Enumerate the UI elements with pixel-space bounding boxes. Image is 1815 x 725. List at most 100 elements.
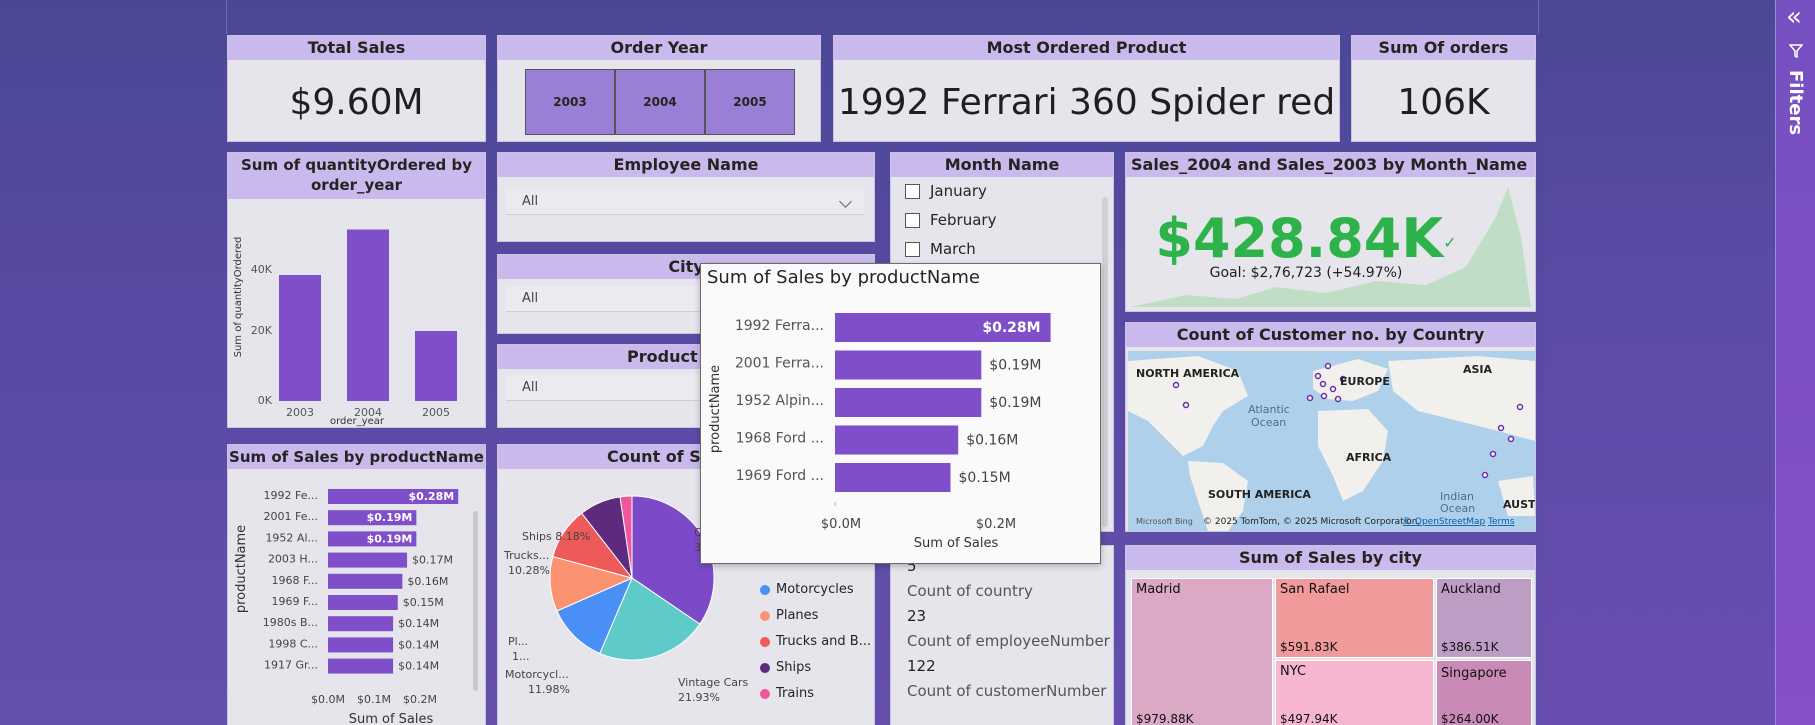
checkbox[interactable] <box>905 184 920 199</box>
data-label: $0.19M <box>989 358 1041 374</box>
terms-link[interactable]: Terms <box>1487 517 1515 527</box>
sales-kpi-visual[interactable]: Sales_2004 and Sales_2003 by Month_Name … <box>1125 152 1536 312</box>
count-value: 122 <box>907 657 936 675</box>
y-axis-title: productName <box>708 365 723 453</box>
pie-legend: Motorcycles Planes Trucks and B... Ships Tra… <box>760 577 872 707</box>
qty-bar[interactable] <box>347 229 389 402</box>
most-ordered-card[interactable]: Most Ordered Product 1992 Ferrari 360 Sp… <box>833 35 1340 142</box>
cell-name: NYC <box>1280 664 1307 679</box>
chart-tooltip: Sum of Sales by productName productName … <box>700 263 1101 564</box>
legend-item[interactable]: Ships <box>760 655 872 681</box>
chevron-down-icon <box>839 195 852 208</box>
y-tick: 2001 Ferra... <box>735 356 824 372</box>
kpi-value: $9.60M <box>289 82 424 123</box>
check-icon: ✓ <box>1443 232 1457 252</box>
checkbox[interactable] <box>905 213 920 228</box>
pie-label: 10.28% <box>508 564 550 577</box>
pie-label: 1... <box>512 650 530 663</box>
total-sales-card[interactable]: Total Sales $9.60M <box>227 35 486 142</box>
count-label: Count of employeeNumber <box>907 632 1110 650</box>
product-bar[interactable] <box>328 552 408 568</box>
sum-orders-card[interactable]: Sum Of orders 106K <box>1351 35 1536 142</box>
pie-label: Ships 8.18% <box>522 530 590 543</box>
product-bar[interactable] <box>328 616 394 632</box>
treemap-cell[interactable]: Madrid $979.88K <box>1131 578 1273 725</box>
y-tick: 1992 Fe... <box>264 489 318 502</box>
month-item-march[interactable]: March <box>891 235 1113 264</box>
sales-by-product-chart[interactable]: Sum of Sales by productName productName … <box>227 444 486 725</box>
legend-item[interactable]: Trucks and B... <box>760 629 872 655</box>
qty-bar[interactable] <box>415 331 457 401</box>
product-bar[interactable] <box>328 595 398 610</box>
y-tick: 2001 Fe... <box>264 510 318 523</box>
treemap-cell[interactable]: Singapore $264.00K <box>1436 660 1532 725</box>
filters-pane[interactable]: « Filters <box>1775 0 1815 725</box>
pie-label: 11.98% <box>528 683 570 696</box>
pie-label: 21.93% <box>678 691 720 704</box>
map-label: ASIA <box>1463 363 1493 376</box>
scrollbar[interactable] <box>473 511 478 691</box>
card-title: Most Ordered Product <box>834 36 1339 60</box>
year-2004-button[interactable]: 2004 <box>615 69 705 135</box>
product-bar[interactable] <box>328 637 394 653</box>
x-tick: 2003 <box>286 406 314 419</box>
legend-item[interactable]: Motorcycles <box>760 577 872 603</box>
y-tick: 1952 Alpin... <box>735 393 824 409</box>
quantity-by-year-chart[interactable]: Sum of quantityOrdered by order_year Sum… <box>227 152 486 428</box>
year-2003-button[interactable]: 2003 <box>525 69 615 135</box>
y-tick: 1968 Ford ... <box>736 431 824 447</box>
tooltip-bar <box>835 388 982 417</box>
count-value: 23 <box>907 607 927 625</box>
qty-svg: Sum of quantityOrdered 0K 20K 40K 2003 20… <box>233 229 457 427</box>
product-bar[interactable] <box>328 658 394 674</box>
cell-name: Auckland <box>1441 582 1501 597</box>
data-label: $0.16M <box>966 433 1018 449</box>
data-label: $0.14M <box>398 638 439 651</box>
year-2005-button[interactable]: 2005 <box>705 69 795 135</box>
map-label: AUST <box>1503 498 1535 511</box>
data-label: $0.16M <box>407 575 448 588</box>
legend-label: Ships <box>776 660 812 675</box>
data-label: $0.28M <box>982 320 1040 336</box>
map-label: Ocean <box>1251 416 1286 429</box>
month-item-february[interactable]: February <box>891 206 1113 235</box>
y-axis-title: productName <box>234 525 249 613</box>
y-tick: 1980s B... <box>263 616 318 629</box>
legend-label: Planes <box>776 608 819 623</box>
treemap-cell[interactable]: NYC $497.94K <box>1275 660 1434 725</box>
treemap-cell[interactable]: Auckland $386.51K <box>1436 578 1532 658</box>
x-tick: $0.1M <box>357 693 391 706</box>
legend-item[interactable]: Trains <box>760 681 872 707</box>
scrollbar[interactable] <box>1102 197 1108 527</box>
slicer-title: Employee Name <box>498 153 874 177</box>
osm-link[interactable]: © OpenStreetMap <box>1403 517 1486 527</box>
data-label: $0.14M <box>398 660 439 673</box>
goal-text: Goal: $2,76,723 (+54.97%) <box>1209 265 1403 281</box>
legend-marker <box>760 610 770 621</box>
card-title: Sum Of orders <box>1352 36 1535 60</box>
y-tick: 1998 C... <box>268 637 318 650</box>
collapse-icon[interactable]: « <box>1786 2 1802 32</box>
checkbox[interactable] <box>905 242 920 257</box>
qty-bar[interactable] <box>279 275 321 401</box>
dropdown-value: All <box>522 380 539 395</box>
sales-by-city-treemap[interactable]: Sum of Sales by city Madrid $979.88K San… <box>1125 545 1536 725</box>
cell-value: $386.51K <box>1441 640 1499 654</box>
treemap-cell[interactable]: San Rafael $591.83K <box>1275 578 1434 658</box>
x-tick: 2005 <box>422 406 450 419</box>
customer-map[interactable]: Count of Customer no. by Country NORTH A… <box>1125 322 1536 532</box>
bing-logo: Microsoft Bing <box>1136 517 1193 526</box>
cell-value: $979.88K <box>1136 712 1194 725</box>
employee-dropdown[interactable]: All <box>506 189 864 215</box>
map-label: Atlantic <box>1248 403 1290 416</box>
month-item-january[interactable]: January <box>891 177 1113 206</box>
legend-item[interactable]: Planes <box>760 603 872 629</box>
cell-value: $497.94K <box>1280 712 1338 725</box>
legend-marker <box>760 688 770 699</box>
map-label: Ocean <box>1440 502 1475 515</box>
tooltip-bar <box>835 425 959 455</box>
world-map[interactable]: NORTH AMERICA EUROPE ASIA Atlantic Ocean… <box>1128 351 1535 531</box>
slicer-title: Month Name <box>891 153 1113 177</box>
product-bar[interactable] <box>328 573 403 589</box>
kpi-value: 1992 Ferrari 360 Spider red <box>837 82 1336 123</box>
